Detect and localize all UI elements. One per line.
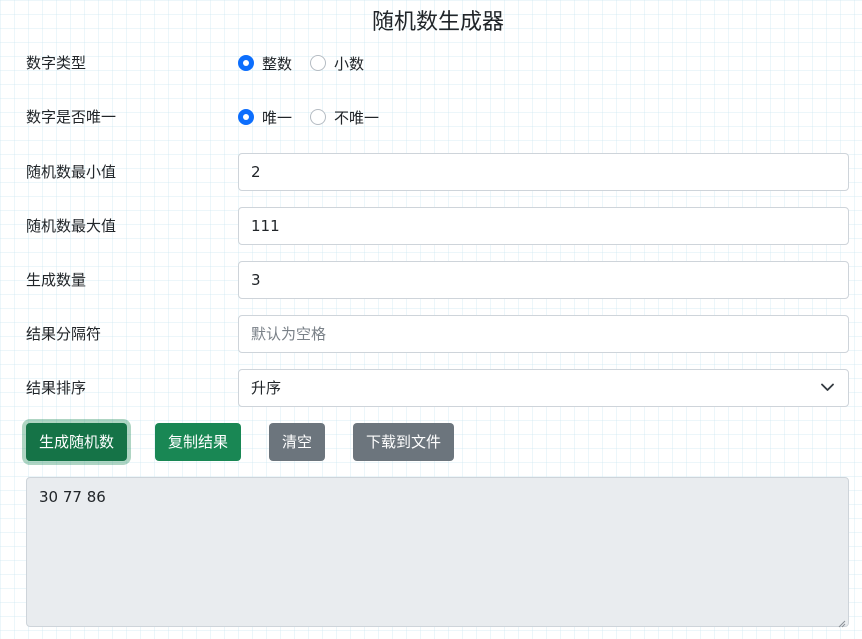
max-row: 随机数最大值 111 bbox=[26, 207, 849, 245]
result-text: 30 77 86 bbox=[39, 488, 106, 506]
sort-row: 结果排序 升序 bbox=[26, 369, 849, 407]
min-input[interactable]: 2 bbox=[238, 153, 849, 191]
radio-integer[interactable]: 整数 bbox=[238, 53, 292, 74]
radio-unique[interactable]: 唯一 bbox=[238, 107, 292, 128]
unique-radio-group: 唯一 不唯一 bbox=[238, 98, 397, 136]
radio-integer-indicator[interactable] bbox=[238, 55, 254, 71]
radio-integer-label: 整数 bbox=[262, 54, 293, 73]
count-input[interactable]: 3 bbox=[238, 261, 849, 299]
page: 随机数生成器 数字类型 整数 小数 数字是否唯一 唯一 不唯一 随机数最小值 2… bbox=[0, 0, 862, 639]
count-label: 生成数量 bbox=[26, 271, 87, 289]
result-textarea[interactable]: 30 77 86 bbox=[26, 477, 849, 628]
unique-label: 数字是否唯一 bbox=[26, 108, 117, 126]
number-type-radio-group: 整数 小数 bbox=[238, 44, 382, 82]
count-row: 生成数量 3 bbox=[26, 261, 849, 299]
clear-button[interactable]: 清空 bbox=[269, 423, 326, 461]
max-label: 随机数最大值 bbox=[26, 217, 117, 235]
separator-label: 结果分隔符 bbox=[26, 325, 102, 343]
unique-row: 数字是否唯一 唯一 不唯一 bbox=[26, 98, 849, 136]
download-button[interactable]: 下载到文件 bbox=[353, 423, 455, 461]
sort-select[interactable]: 升序 bbox=[238, 369, 849, 407]
min-row: 随机数最小值 2 bbox=[26, 153, 849, 191]
sort-label: 结果排序 bbox=[26, 379, 87, 397]
separator-row: 结果分隔符 默认为空格 bbox=[26, 315, 849, 353]
generate-button[interactable]: 生成随机数 bbox=[26, 423, 128, 461]
radio-unique-label: 唯一 bbox=[262, 108, 293, 127]
radio-unique-indicator[interactable] bbox=[238, 109, 254, 125]
number-type-row: 数字类型 整数 小数 bbox=[26, 44, 849, 82]
resize-grip-icon[interactable] bbox=[836, 614, 846, 628]
page-title: 随机数生成器 bbox=[371, 10, 504, 35]
radio-not-unique-indicator[interactable] bbox=[310, 109, 327, 125]
max-input[interactable]: 111 bbox=[238, 207, 849, 245]
radio-decimal-indicator[interactable] bbox=[310, 55, 327, 71]
sort-selected-value: 升序 bbox=[251, 379, 282, 397]
number-type-label: 数字类型 bbox=[26, 54, 87, 72]
radio-decimal-label: 小数 bbox=[334, 54, 365, 73]
radio-not-unique[interactable]: 不唯一 bbox=[310, 107, 379, 128]
copy-result-button[interactable]: 复制结果 bbox=[155, 423, 242, 461]
separator-input[interactable]: 默认为空格 bbox=[238, 315, 849, 353]
chevron-down-icon bbox=[821, 370, 834, 392]
radio-not-unique-label: 不唯一 bbox=[334, 108, 380, 127]
action-buttons: 生成随机数 复制结果 清空 下载到文件 bbox=[26, 423, 482, 461]
min-label: 随机数最小值 bbox=[26, 163, 117, 181]
radio-decimal[interactable]: 小数 bbox=[310, 53, 364, 74]
